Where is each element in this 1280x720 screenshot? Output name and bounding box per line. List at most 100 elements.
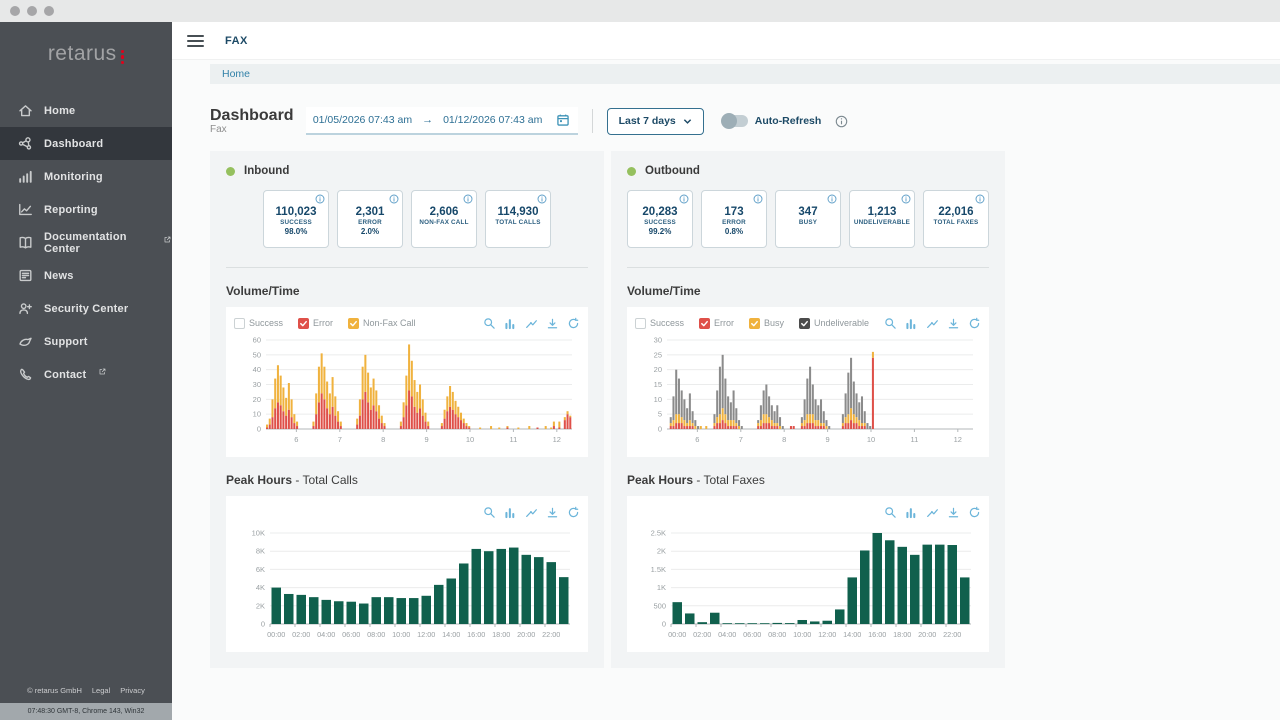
stat-value: 110,023 [264, 206, 328, 218]
bar-chart-icon[interactable] [504, 506, 517, 519]
svg-text:04:00: 04:00 [317, 630, 335, 639]
date-from[interactable]: 01/05/2026 07:43 am [313, 114, 412, 126]
legend-item-busy[interactable]: Busy [749, 318, 784, 329]
sidebar-item-label: Support [44, 336, 88, 348]
svg-text:60: 60 [253, 336, 261, 345]
sidebar-item-contact[interactable]: Contact [0, 358, 172, 391]
svg-text:02:00: 02:00 [292, 630, 310, 639]
stat-card-error: 2,301ERROR2.0% [337, 190, 403, 248]
download-icon[interactable] [546, 317, 559, 330]
download-icon[interactable] [546, 506, 559, 519]
line-chart-icon[interactable] [926, 506, 939, 519]
retarus-logo[interactable]: retarus [0, 22, 172, 86]
svg-text:00:00: 00:00 [668, 630, 686, 639]
checkbox-checked-icon[interactable] [699, 318, 710, 329]
info-icon[interactable] [901, 194, 911, 204]
svg-text:0: 0 [261, 620, 265, 629]
stat-percentage: 98.0% [264, 227, 328, 236]
legend-item-undeliverable[interactable]: Undeliverable [799, 318, 869, 329]
browser-status-bar: 07:48:30 GMT-8, Chrome 143, Win32 [0, 703, 172, 720]
auto-refresh-toggle[interactable] [722, 115, 748, 127]
window-control-dot[interactable] [44, 6, 54, 16]
info-icon[interactable] [315, 194, 325, 204]
chart-toolbox [884, 317, 981, 330]
zoom-icon[interactable] [884, 506, 897, 519]
checkbox-checked-icon[interactable] [749, 318, 760, 329]
restore-icon[interactable] [968, 506, 981, 519]
panels-row: Inbound110,023SUCCESS98.0%2,301ERROR2.0%… [210, 151, 1280, 668]
info-icon[interactable] [975, 194, 985, 204]
line-chart-icon[interactable] [525, 506, 538, 519]
info-icon[interactable] [463, 194, 473, 204]
sidebar-item-monitoring[interactable]: Monitoring [0, 160, 172, 193]
volume-chart-card-outbound: Success Error Busy Undeliverable 05101520253… [627, 307, 989, 457]
legend-item-error[interactable]: Error [699, 318, 734, 329]
info-icon[interactable] [389, 194, 399, 204]
restore-icon[interactable] [968, 317, 981, 330]
legal-link[interactable]: Legal [92, 686, 110, 695]
svg-text:30: 30 [253, 380, 261, 389]
privacy-link[interactable]: Privacy [120, 686, 145, 695]
sidebar-item-home[interactable]: Home [0, 94, 172, 127]
svg-text:8: 8 [782, 435, 786, 444]
bar-chart-icon[interactable] [504, 317, 517, 330]
sidebar-item-documentation-center[interactable]: Documentation Center [0, 226, 172, 259]
info-icon[interactable] [835, 115, 848, 128]
line-chart-icon[interactable] [926, 317, 939, 330]
checkbox-checked-icon[interactable] [348, 318, 359, 329]
window-control-dot[interactable] [27, 6, 37, 16]
sidebar-item-support[interactable]: Support [0, 325, 172, 358]
bar-chart-icon[interactable] [905, 317, 918, 330]
security-center-icon [17, 300, 34, 317]
download-icon[interactable] [947, 317, 960, 330]
info-icon[interactable] [679, 194, 689, 204]
svg-text:22:00: 22:00 [943, 630, 961, 639]
date-range-picker[interactable]: 01/05/2026 07:43 am → 01/12/2026 07:43 a… [306, 107, 578, 135]
inbound-peak-hours-chart[interactable]: 02K4K6K8K10K00:0002:0004:0006:0008:0010:… [234, 524, 580, 648]
zoom-icon[interactable] [483, 317, 496, 330]
stat-label: TOTAL CALLS [486, 219, 550, 226]
window-control-dot[interactable] [10, 6, 20, 16]
checkbox-checked-icon[interactable] [799, 318, 810, 329]
range-preset-button[interactable]: Last 7 days [607, 108, 704, 135]
menu-toggle-icon[interactable] [187, 35, 204, 47]
svg-text:11: 11 [510, 435, 518, 444]
sidebar-item-news[interactable]: News [0, 259, 172, 292]
info-icon[interactable] [753, 194, 763, 204]
info-icon[interactable] [537, 194, 547, 204]
svg-text:20: 20 [253, 395, 261, 404]
restore-icon[interactable] [567, 317, 580, 330]
svg-text:2.5K: 2.5K [651, 529, 666, 538]
legend-item-success[interactable]: Success [234, 318, 283, 329]
inbound-volume-chart[interactable]: 01020304050606789101112 [234, 335, 580, 453]
sidebar-item-label: Dashboard [44, 138, 103, 150]
sidebar-item-dashboard[interactable]: Dashboard [0, 127, 172, 160]
info-icon[interactable] [827, 194, 837, 204]
outbound-volume-chart[interactable]: 0510152025306789101112 [635, 335, 981, 453]
zoom-icon[interactable] [483, 506, 496, 519]
chart-toolbox [483, 317, 580, 330]
legend-item-success[interactable]: Success [635, 318, 684, 329]
outbound-peak-hours-chart[interactable]: 05001K1.5K2K2.5K00:0002:0004:0006:0008:0… [635, 524, 981, 648]
svg-text:12: 12 [954, 435, 962, 444]
date-to[interactable]: 01/12/2026 07:43 am [443, 114, 542, 126]
reporting-icon [17, 201, 34, 218]
breadcrumb-home[interactable]: Home [222, 68, 250, 80]
sidebar-item-security-center[interactable]: Security Center [0, 292, 172, 325]
checkbox-checked-icon[interactable] [298, 318, 309, 329]
sidebar-item-reporting[interactable]: Reporting [0, 193, 172, 226]
checkbox-unchecked-icon[interactable] [234, 318, 245, 329]
checkbox-unchecked-icon[interactable] [635, 318, 646, 329]
bar-chart-icon[interactable] [905, 506, 918, 519]
line-chart-icon[interactable] [525, 317, 538, 330]
svg-text:14:00: 14:00 [843, 630, 861, 639]
legend-item-error[interactable]: Error [298, 318, 333, 329]
legend-item-non-fax-call[interactable]: Non-Fax Call [348, 318, 416, 329]
zoom-icon[interactable] [884, 317, 897, 330]
calendar-icon[interactable] [556, 113, 570, 127]
restore-icon[interactable] [567, 506, 580, 519]
stat-percentage: 2.0% [338, 227, 402, 236]
sidebar-item-label: Contact [44, 369, 86, 381]
download-icon[interactable] [947, 506, 960, 519]
stat-cards-outbound: 20,283SUCCESS99.2%173ERROR0.8%347BUSY1,2… [627, 190, 989, 248]
